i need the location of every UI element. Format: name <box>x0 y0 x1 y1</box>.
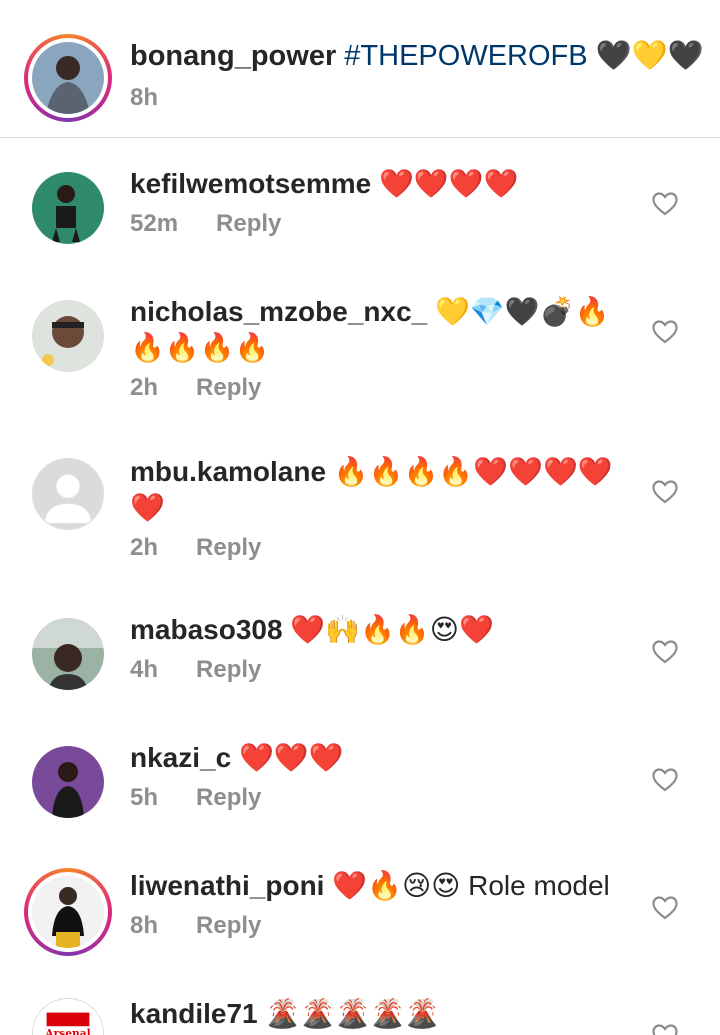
reply-button[interactable]: Reply <box>216 210 281 237</box>
comment-time: 5h <box>130 784 159 811</box>
heart-outline-icon[interactable] <box>652 768 678 792</box>
caption-hashtag[interactable]: #THEPOWEROFB <box>344 40 587 72</box>
caption-time: 8h <box>130 84 159 111</box>
heart-outline-icon[interactable] <box>652 896 678 920</box>
heart-outline-icon[interactable] <box>652 640 678 664</box>
comment-time: 2h <box>130 534 159 561</box>
caption-emojis: 🖤💛🖤 <box>595 40 704 72</box>
avatar[interactable] <box>32 300 104 372</box>
comment-username[interactable]: kandile71 <box>130 998 258 1029</box>
caption-username[interactable]: bonang_power <box>130 40 336 72</box>
avatar <box>32 42 104 114</box>
default-user-icon[interactable] <box>32 458 104 530</box>
comment-username[interactable]: nkazi_c <box>130 742 231 773</box>
avatar[interactable] <box>32 618 104 690</box>
avatar[interactable] <box>32 172 104 244</box>
avatar-story-ring[interactable] <box>24 34 112 122</box>
comment-time: 4h <box>130 656 159 683</box>
comment-text: ❤️❤️❤️ <box>238 742 344 773</box>
reply-button[interactable]: Reply <box>196 374 261 401</box>
post-caption: bonang_power #THEPOWEROFB 🖤💛🖤 8h <box>0 0 720 138</box>
avatar-story-ring[interactable] <box>24 868 112 956</box>
avatar[interactable] <box>32 746 104 818</box>
heart-outline-icon[interactable] <box>652 320 678 344</box>
heart-outline-icon[interactable] <box>652 480 678 504</box>
avatar <box>32 876 104 948</box>
avatar[interactable]: Arsenal <box>32 998 104 1035</box>
comment-text: ❤️❤️❤️❤️ <box>379 168 519 199</box>
comment-time: 2h <box>130 374 159 401</box>
arsenal-logo-text: Arsenal <box>44 1027 91 1035</box>
comment-text: 🌋🌋🌋🌋🌋 <box>265 998 440 1029</box>
reply-button[interactable]: Reply <box>196 534 261 561</box>
comment-username[interactable]: kefilwemotsemme <box>130 168 371 199</box>
comment-username[interactable]: mbu.kamolane <box>130 456 326 487</box>
comment-username[interactable]: liwenathi_poni <box>130 870 324 901</box>
comment-text: ❤️🙌🔥🔥😍❤️ <box>290 614 494 645</box>
comment-username[interactable]: nicholas_mzobe_nxc_ <box>130 296 427 327</box>
reply-button[interactable]: Reply <box>196 912 261 939</box>
comment-time: 8h <box>130 912 159 939</box>
comment-text: ❤️🔥😢😍 Role model <box>332 870 610 901</box>
reply-button[interactable]: Reply <box>196 784 261 811</box>
heart-outline-icon[interactable] <box>652 1024 678 1035</box>
heart-outline-icon[interactable] <box>652 192 678 216</box>
reply-button[interactable]: Reply <box>196 656 261 683</box>
comment-time: 52m <box>130 210 179 237</box>
comment-username[interactable]: mabaso308 <box>130 614 283 645</box>
